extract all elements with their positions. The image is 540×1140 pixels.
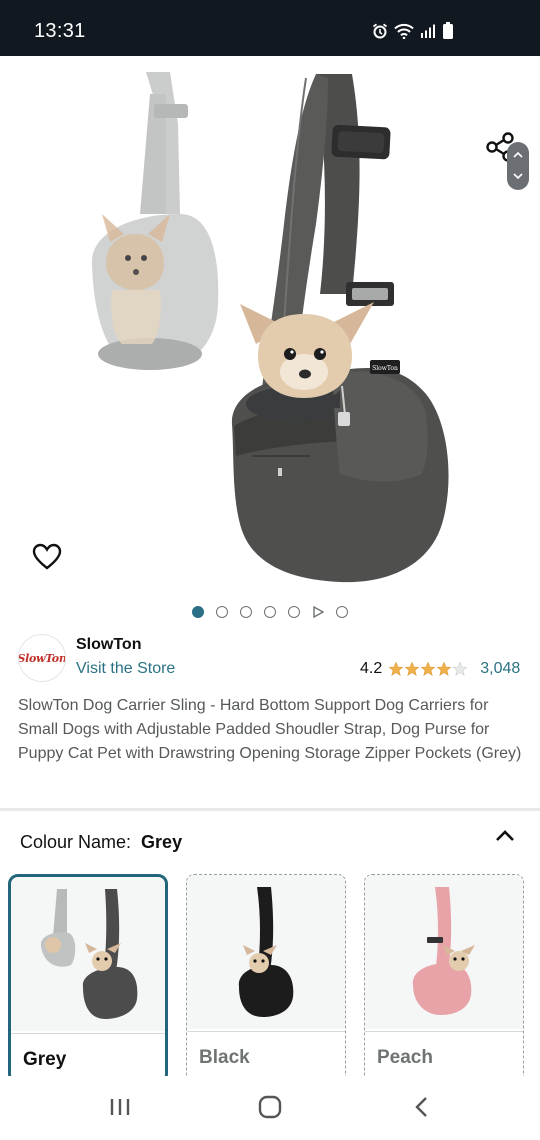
alarm-icon (372, 23, 388, 38)
rating-value: 4.2 (360, 660, 383, 677)
swatch-separator (11, 1033, 165, 1034)
svg-text:SlowTon: SlowTon (372, 365, 398, 372)
image-pagination[interactable] (0, 602, 540, 622)
status-time: 13:31 (34, 20, 86, 42)
back-icon[interactable] (402, 1092, 442, 1122)
chevron-up-icon[interactable] (492, 826, 518, 846)
battery-icon (443, 22, 453, 39)
recent-apps-icon[interactable] (100, 1092, 140, 1122)
star-empty-icon (452, 661, 468, 676)
home-icon[interactable] (250, 1092, 290, 1122)
status-icons (372, 22, 454, 39)
page-dot[interactable] (264, 606, 276, 618)
swatch-image (365, 875, 523, 1029)
brand-logo[interactable]: SlowTon (18, 634, 66, 682)
page-dot[interactable] (288, 606, 300, 618)
rating-summary[interactable]: 4.2 3,048 (360, 660, 520, 678)
variation-label: Colour Name: (20, 832, 132, 852)
brand-logo-text: SlowTon (18, 651, 66, 665)
product-image[interactable]: SlowTon (70, 64, 470, 594)
swatch-image (187, 875, 345, 1029)
chevron-down-icon (513, 173, 523, 180)
swatch-black[interactable]: Black (186, 874, 346, 1084)
swatch-grey[interactable]: Grey (8, 874, 168, 1084)
play-video-icon[interactable] (312, 606, 324, 618)
signal-icon (421, 24, 435, 38)
star-full-icon (420, 661, 436, 676)
image-gallery[interactable]: SlowTon (0, 56, 540, 596)
swatch-label: Grey (23, 1049, 67, 1070)
product-title: SlowTon Dog Carrier Sling - Hard Bottom … (18, 697, 522, 762)
star-full-icon (404, 661, 420, 676)
swatch-label: Peach (377, 1047, 433, 1068)
heart-icon[interactable] (32, 542, 62, 572)
visit-store-link[interactable]: Visit the Store (76, 660, 175, 678)
star-full-icon (388, 661, 404, 676)
screen: 13:31 SlowTon SlowTon SlowTon Visit the … (0, 0, 540, 1140)
star-rating (388, 661, 468, 677)
page-dot-active[interactable] (192, 606, 204, 618)
swatch-peach[interactable]: Peach (364, 874, 524, 1084)
status-bar: 13:31 (0, 0, 540, 56)
section-divider (0, 808, 540, 811)
scroll-handle[interactable] (507, 142, 529, 190)
variation-header[interactable]: Colour Name: Grey (20, 832, 182, 853)
system-nav-bar (0, 1076, 540, 1140)
page-dot[interactable] (216, 606, 228, 618)
swatch-separator (187, 1031, 345, 1032)
review-count-link[interactable]: 3,048 (480, 660, 520, 678)
page-dot[interactable] (240, 606, 252, 618)
variation-selected-value: Grey (141, 832, 183, 852)
brand-name: SlowTon (76, 636, 142, 653)
swatch-image (11, 877, 165, 1031)
wifi-icon (394, 23, 414, 39)
swatch-label: Black (199, 1047, 250, 1068)
page-dot[interactable] (336, 606, 348, 618)
chevron-up-icon (513, 151, 523, 158)
swatch-separator (365, 1031, 523, 1032)
star-full-icon (436, 661, 452, 676)
